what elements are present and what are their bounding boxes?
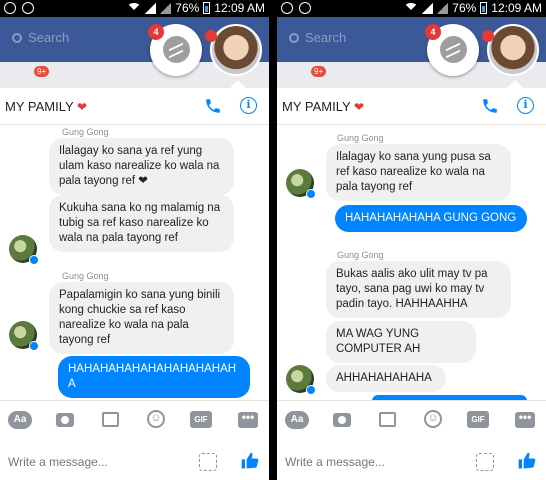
messenger-icon [440,36,467,63]
sync-icon [22,2,34,14]
more-icon[interactable]: ••• [238,411,258,428]
signal-icon [422,2,434,14]
battery-icon [480,2,488,14]
sync-icon [299,2,311,14]
message-bubble[interactable]: Bukas aalis ako ulit may tv pa tayo, san… [326,261,511,318]
message-bubble[interactable]: AHHAHAHAHAHA [326,365,446,392]
search-icon [289,32,299,43]
notification-icon [4,2,16,14]
message-bubble[interactable]: Kukuha sana ko ng malamig na tubig sa re… [49,195,234,252]
like-icon[interactable] [517,451,537,471]
chathead-pointer [230,80,246,88]
message-input[interactable] [8,455,178,469]
phone-right: 76% 12:09 AM Search 9+ 4 MY PAMILY ❤ i G… [277,0,546,480]
clock: 12:09 AM [214,1,265,15]
message-bubble-outgoing[interactable]: HAHAHAHAHAHA GUNG GONG [335,205,527,232]
sender-name: Gung Gong [62,127,109,137]
phone-left: 76% 12:09 AM Search 9+ 4 MY PAMILY ❤ i G… [0,0,269,480]
contact-chathead-badge [205,30,217,42]
message-input[interactable] [285,455,455,469]
battery-icon [203,2,211,14]
chathead-badge: 4 [425,24,441,40]
contact-chathead[interactable] [210,24,262,76]
composer: Aa ☺ GIF ••• [0,400,269,480]
sender-name: Gung Gong [62,271,109,281]
conversation-header: MY PAMILY ❤ i [0,88,269,125]
composer-tools: Aa ☺ GIF ••• [0,407,269,435]
camera-icon[interactable] [333,413,351,427]
avatar[interactable] [9,235,39,265]
messenger-badge-icon [29,341,39,351]
text-style-icon[interactable]: Aa [8,411,32,429]
signal-icon-2 [160,2,172,14]
nav-badge: 9+ [34,66,50,77]
battery-percent: 76% [452,1,477,15]
battery-percent: 76% [175,1,200,15]
call-icon[interactable] [481,97,499,115]
sticker-icon[interactable] [199,453,217,471]
conversation-title[interactable]: MY PAMILY ❤ [282,99,364,114]
composer-tools: Aa ☺ GIF ••• [277,407,546,435]
gallery-icon[interactable] [102,412,119,427]
messenger-badge-icon [306,189,316,199]
search-icon [12,32,22,43]
like-icon[interactable] [240,451,260,471]
sticker-icon[interactable] [476,453,494,471]
message-bubble[interactable]: Papalamigin ko sana yung binili kong chu… [49,282,234,354]
text-style-icon[interactable]: Aa [285,411,309,429]
chathead-pointer [507,80,523,88]
avatar[interactable] [9,321,39,351]
call-icon[interactable] [204,97,222,115]
signal-icon [145,2,157,14]
chathead-badge: 4 [148,24,164,40]
info-icon[interactable]: i [517,97,534,114]
emoji-icon[interactable]: ☺ [147,410,165,428]
facebook-search[interactable]: Search [289,30,346,45]
message-bubble[interactable]: MA WAG YUNG COMPUTER AH [326,321,476,363]
message-list: Gung Gong Ilalagay ko sana ya ref yung u… [0,125,269,400]
emoji-icon[interactable]: ☺ [424,410,442,428]
clock: 12:09 AM [491,1,542,15]
more-icon[interactable]: ••• [515,411,535,428]
conversation-title[interactable]: MY PAMILY ❤ [5,99,87,114]
info-icon[interactable]: i [240,97,257,114]
sender-name: Gung Gong [337,250,384,260]
status-bar: 76% 12:09 AM [0,0,269,17]
facebook-search[interactable]: Search [12,30,69,45]
conversation-header: MY PAMILY ❤ i [277,88,546,125]
avatar[interactable] [286,365,316,395]
nav-badge: 9+ [311,66,327,77]
gif-icon[interactable]: GIF [467,411,489,428]
message-bubble[interactable]: Ilalagay ko sana yung pusa sa ref kaso n… [326,144,511,201]
message-bubble[interactable]: Ilalagay ko sana ya ref yung ulam kaso n… [49,138,234,195]
message-list: Gung Gong Ilalagay ko sana yung pusa sa … [277,125,546,400]
messenger-badge-icon [29,255,39,265]
gallery-icon[interactable] [379,412,396,427]
contact-chathead[interactable] [487,24,539,76]
heart-icon: ❤ [354,100,365,114]
gif-icon[interactable]: GIF [190,411,212,428]
wifi-icon [404,3,419,13]
wifi-icon [127,3,142,13]
contact-chathead-badge [482,30,494,42]
signal-icon-2 [437,2,449,14]
sender-name: Gung Gong [337,133,384,143]
screenshot-pair: 76% 12:09 AM Search 9+ 4 MY PAMILY ❤ i G… [0,0,546,480]
message-bubble-outgoing[interactable]: HAHAHAHAHAHAHAHAHAHAHA [58,356,250,398]
composer: Aa ☺ GIF ••• [277,400,546,480]
status-bar: 76% 12:09 AM [277,0,546,17]
notification-icon [281,2,293,14]
messenger-icon [163,36,190,63]
messenger-badge-icon [306,385,316,395]
avatar[interactable] [286,169,316,199]
camera-icon[interactable] [56,413,74,427]
heart-icon: ❤ [77,100,88,114]
